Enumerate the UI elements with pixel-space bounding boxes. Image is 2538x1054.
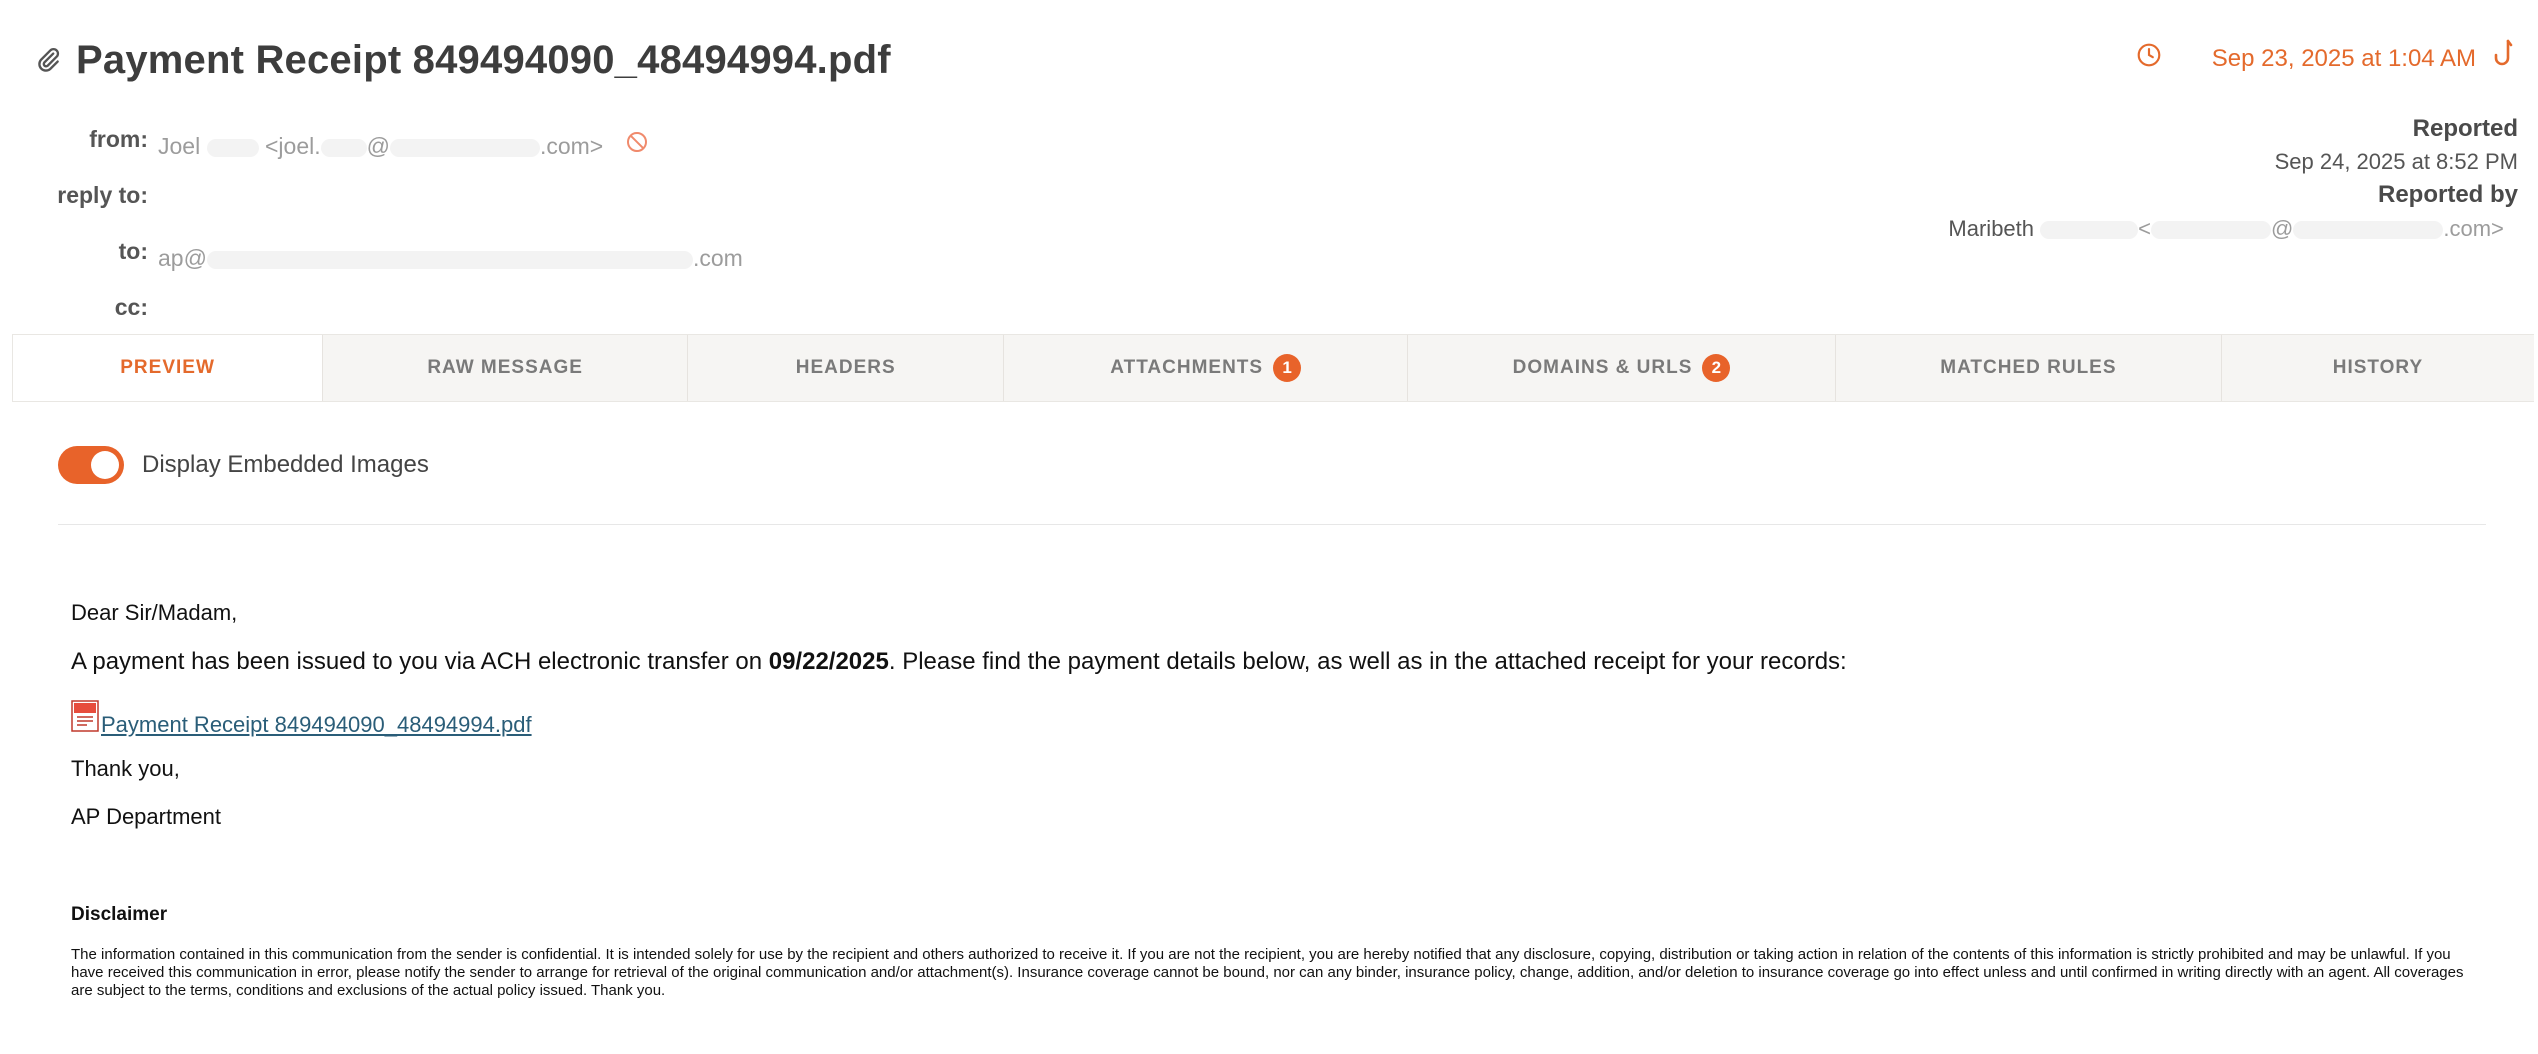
thanks: Thank you, [71,756,180,781]
tab-headers[interactable]: HEADERS [688,335,1005,401]
payment-date: 09/22/2025 [768,648,889,675]
from-email-suffix: .com> [539,133,604,159]
from-name: Joel [158,133,201,159]
payment-paragraph: A payment has been issued to you via ACH… [71,644,2471,680]
reported-by-label: Reported by [2377,181,2518,208]
reporter-email-suffix: .com> [2443,216,2504,241]
redaction [389,138,540,157]
tab-preview[interactable]: PREVIEW [12,335,324,401]
hook-icon[interactable] [2492,38,2516,79]
reply-to-value [158,174,743,230]
clock-icon [2136,42,2162,75]
reply-to-label: reply to: [57,182,148,208]
attachment-link[interactable]: Payment Receipt 849494090_48494994.pdf [101,712,532,738]
to-prefix: ap@ [158,245,207,271]
tab-raw-message[interactable]: RAW MESSAGE [323,335,689,401]
reporter-name: Maribeth [1948,216,2035,241]
pdf-file-icon [71,700,99,738]
to-value: ap@ .com [158,230,743,286]
tab-matched-rules[interactable]: MATCHED RULES [1836,335,2222,401]
page-title: Payment Receipt 849494090_48494994.pdf [76,37,891,82]
block-sender-icon[interactable] [625,125,649,167]
report-info: Reported Sep 24, 2025 at 8:52 PM Reporte… [1948,112,2518,246]
redaction [2151,221,2271,240]
tab-label: ATTACHMENTS [1110,357,1264,378]
from-value: Joel <joel. @ .com> [158,118,743,174]
message-tabs: PREVIEW RAW MESSAGE HEADERS ATTACHMENTS … [12,334,2534,402]
tab-label: HISTORY [2332,357,2424,378]
message-title-row: Payment Receipt 849494090_48494994.pdf [34,30,891,90]
embedded-images-toggle[interactable] [58,446,124,484]
redaction [206,250,693,269]
domains-count-badge: 2 [1702,354,1731,382]
header-labels: from: reply to: to: cc: [30,118,148,342]
signature: AP Department [71,804,222,829]
redaction [206,138,259,157]
tab-domains-urls[interactable]: DOMAINS & URLS 2 [1408,335,1836,401]
tab-label: MATCHED RULES [1940,357,2117,378]
disclaimer-title: Disclaimer [71,904,168,925]
reporter-email-open: < [2138,216,2151,241]
tab-label: RAW MESSAGE [427,357,583,378]
from-label: from: [89,126,148,152]
redaction [320,138,367,157]
divider [58,524,2486,525]
to-suffix: .com [692,245,743,271]
to-label: to: [118,238,148,264]
attachments-count-badge: 1 [1273,354,1302,382]
header-values: Joel <joel. @ .com> ap@ .com [158,118,743,342]
embedded-images-toggle-row: Display Embedded Images [58,446,429,484]
attachment-row: Payment Receipt 849494090_48494994.pdf [71,700,2471,738]
tab-label: DOMAINS & URLS [1512,357,1693,378]
sent-time-text: Sep 23, 2025 at 1:04 AM [2211,44,2476,72]
tab-attachments[interactable]: ATTACHMENTS 1 [1004,335,1409,401]
reported-label: Reported [2412,115,2518,142]
greeting: Dear Sir/Madam, [71,600,238,625]
reporter-email-at: @ [2271,216,2294,241]
paperclip-icon [34,46,62,74]
redaction [2293,221,2444,240]
message-body: Dear Sir/Madam, A payment has been issue… [71,596,2471,1000]
payment-text: A payment has been issued to you via ACH… [71,648,769,675]
tab-label: PREVIEW [120,357,215,378]
toggle-label: Display Embedded Images [142,451,429,478]
redaction [2040,221,2139,240]
tab-label: HEADERS [795,357,896,378]
tab-history[interactable]: HISTORY [2222,335,2534,401]
disclaimer-body: The information contained in this commun… [71,946,2464,999]
sent-timestamp: Sep 23, 2025 at 1:04 AM [2136,38,2516,79]
payment-text-rest: . Please find the payment details below,… [888,648,1847,675]
from-email-open: <joel. [264,133,321,159]
reported-at: Sep 24, 2025 at 8:52 PM [2274,149,2518,174]
from-email-at: @ [366,133,390,159]
reporter: Maribeth < @ .com> [1948,212,2518,246]
